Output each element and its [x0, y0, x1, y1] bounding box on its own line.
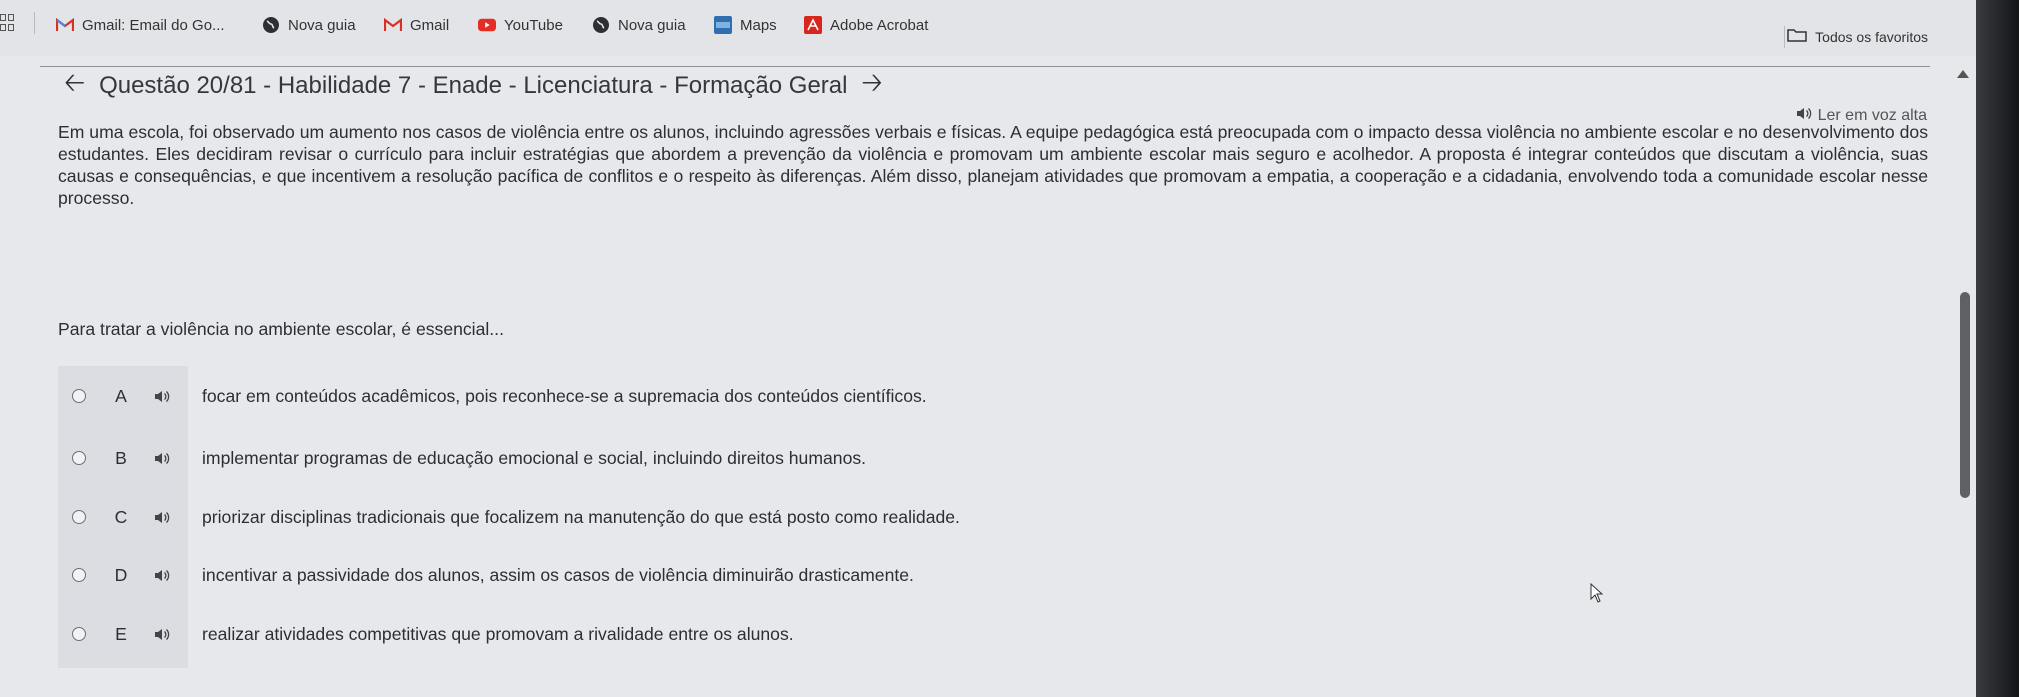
- option-letter: B: [115, 447, 127, 468]
- favorites-label: Todos os favoritos: [1815, 28, 1928, 45]
- option-e[interactable]: E realizar atividades competitivas que p…: [58, 612, 794, 656]
- acrobat-icon: [804, 16, 822, 34]
- youtube-icon: [478, 16, 496, 34]
- bookmark-label: Gmail: [410, 16, 450, 34]
- radio-button[interactable]: [72, 451, 86, 465]
- globe-icon: [592, 16, 610, 34]
- question-statement: Em uma escola, foi observado um aumento …: [58, 122, 1928, 208]
- option-d[interactable]: D incentivar a passividade dos alunos, a…: [58, 553, 914, 597]
- radio-button[interactable]: [72, 568, 86, 582]
- option-text: priorizar disciplinas tradicionais que f…: [202, 506, 960, 527]
- scroll-up-arrow-icon[interactable]: [1957, 70, 1969, 78]
- option-b[interactable]: B implementar programas de educação emoc…: [58, 436, 866, 480]
- previous-arrow-icon[interactable]: 🡠: [64, 64, 85, 108]
- bookmark-label: Gmail: Email do Go...: [82, 16, 225, 34]
- option-letter: D: [114, 564, 128, 585]
- next-arrow-icon[interactable]: 🡢: [861, 64, 882, 108]
- option-text: incentivar a passividade dos alunos, ass…: [202, 564, 914, 585]
- bookmarks-divider: [34, 12, 35, 34]
- option-text: focar em conteúdos acadêmicos, pois reco…: [202, 385, 927, 406]
- speaker-icon[interactable]: [154, 568, 172, 582]
- bookmark-label: Adobe Acrobat: [830, 16, 929, 34]
- folder-icon: [1787, 28, 1807, 45]
- mouse-cursor-icon: [1590, 582, 1604, 608]
- bookmark-label: YouTube: [504, 16, 563, 34]
- scrollbar-thumb[interactable]: [1960, 292, 1970, 498]
- option-a[interactable]: A focar em conteúdos acadêmicos, pois re…: [58, 374, 927, 418]
- radio-button[interactable]: [72, 627, 86, 641]
- question-prompt: Para tratar a violência no ambiente esco…: [58, 319, 504, 339]
- speaker-icon[interactable]: [154, 510, 172, 524]
- screen-bezel: [1976, 0, 2019, 697]
- radio-button[interactable]: [72, 510, 86, 524]
- speaker-icon[interactable]: [154, 627, 172, 641]
- bookmark-gmail[interactable]: Gmail: [384, 14, 449, 36]
- bookmark-maps[interactable]: Maps: [714, 14, 777, 36]
- gmail-icon: [384, 16, 402, 34]
- radio-button[interactable]: [72, 389, 86, 403]
- bookmark-label: Nova guia: [618, 16, 686, 34]
- bookmark-youtube[interactable]: YouTube: [478, 14, 563, 36]
- option-letter: C: [114, 506, 128, 527]
- bookmark-label: Nova guia: [288, 16, 356, 34]
- option-letter: E: [115, 623, 127, 644]
- apps-grid-icon[interactable]: [0, 14, 14, 32]
- speaker-icon[interactable]: [154, 451, 172, 465]
- bookmark-adobe-acrobat[interactable]: Adobe Acrobat: [804, 14, 928, 36]
- option-text: implementar programas de educação emocio…: [202, 447, 867, 468]
- screen: Gmail: Email do Go... Nova guia Gmail Yo…: [0, 0, 2019, 697]
- maps-icon: [714, 16, 732, 34]
- bookmarks-bar: Gmail: Email do Go... Nova guia Gmail Yo…: [0, 0, 1990, 56]
- bookmark-nova-guia-2[interactable]: Nova guia: [592, 14, 686, 36]
- globe-icon: [262, 16, 280, 34]
- option-c[interactable]: C priorizar disciplinas tradicionais que…: [58, 495, 960, 539]
- option-text: realizar atividades competitivas que pro…: [202, 623, 794, 644]
- all-favorites[interactable]: Todos os favoritos: [1787, 28, 1928, 45]
- bookmark-nova-guia-1[interactable]: Nova guia: [262, 14, 356, 36]
- page-title: Questão 20/81 - Habilidade 7 - Enade - L…: [99, 72, 848, 99]
- gmail-icon: [56, 16, 74, 34]
- bookmark-gmail-email[interactable]: Gmail: Email do Go...: [56, 14, 225, 36]
- option-letter: A: [115, 385, 127, 406]
- speaker-icon[interactable]: [154, 389, 172, 403]
- favorites-divider: [1784, 26, 1785, 48]
- bookmark-label: Maps: [740, 16, 777, 34]
- question-header: 🡠 Questão 20/81 - Habilidade 7 - Enade -…: [64, 64, 883, 108]
